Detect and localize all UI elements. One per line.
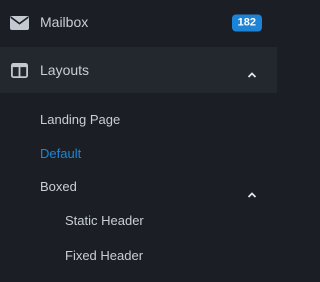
nav-item-boxed[interactable]: Boxed: [40, 179, 77, 194]
columns-icon: [9, 61, 29, 79]
nav-item-layouts[interactable]: Layouts: [0, 47, 277, 93]
mailbox-count-badge: 182: [231, 14, 262, 32]
nav-item-fixed-header[interactable]: Fixed Header: [65, 248, 143, 263]
sidebar: Mailbox 182 Layouts Landing Page Default…: [0, 0, 277, 282]
nav-item-static-header[interactable]: Static Header: [65, 213, 144, 228]
nav-label-mailbox: Mailbox: [40, 14, 89, 30]
envelope-icon: [9, 14, 29, 32]
nav-item-mailbox[interactable]: Mailbox 182: [0, 0, 277, 46]
nav-item-default[interactable]: Default: [40, 146, 81, 161]
nav-label-layouts: Layouts: [40, 62, 90, 78]
nav-item-landing-page[interactable]: Landing Page: [40, 112, 120, 127]
chevron-up-icon[interactable]: [247, 66, 257, 78]
chevron-up-icon[interactable]: [247, 186, 257, 198]
